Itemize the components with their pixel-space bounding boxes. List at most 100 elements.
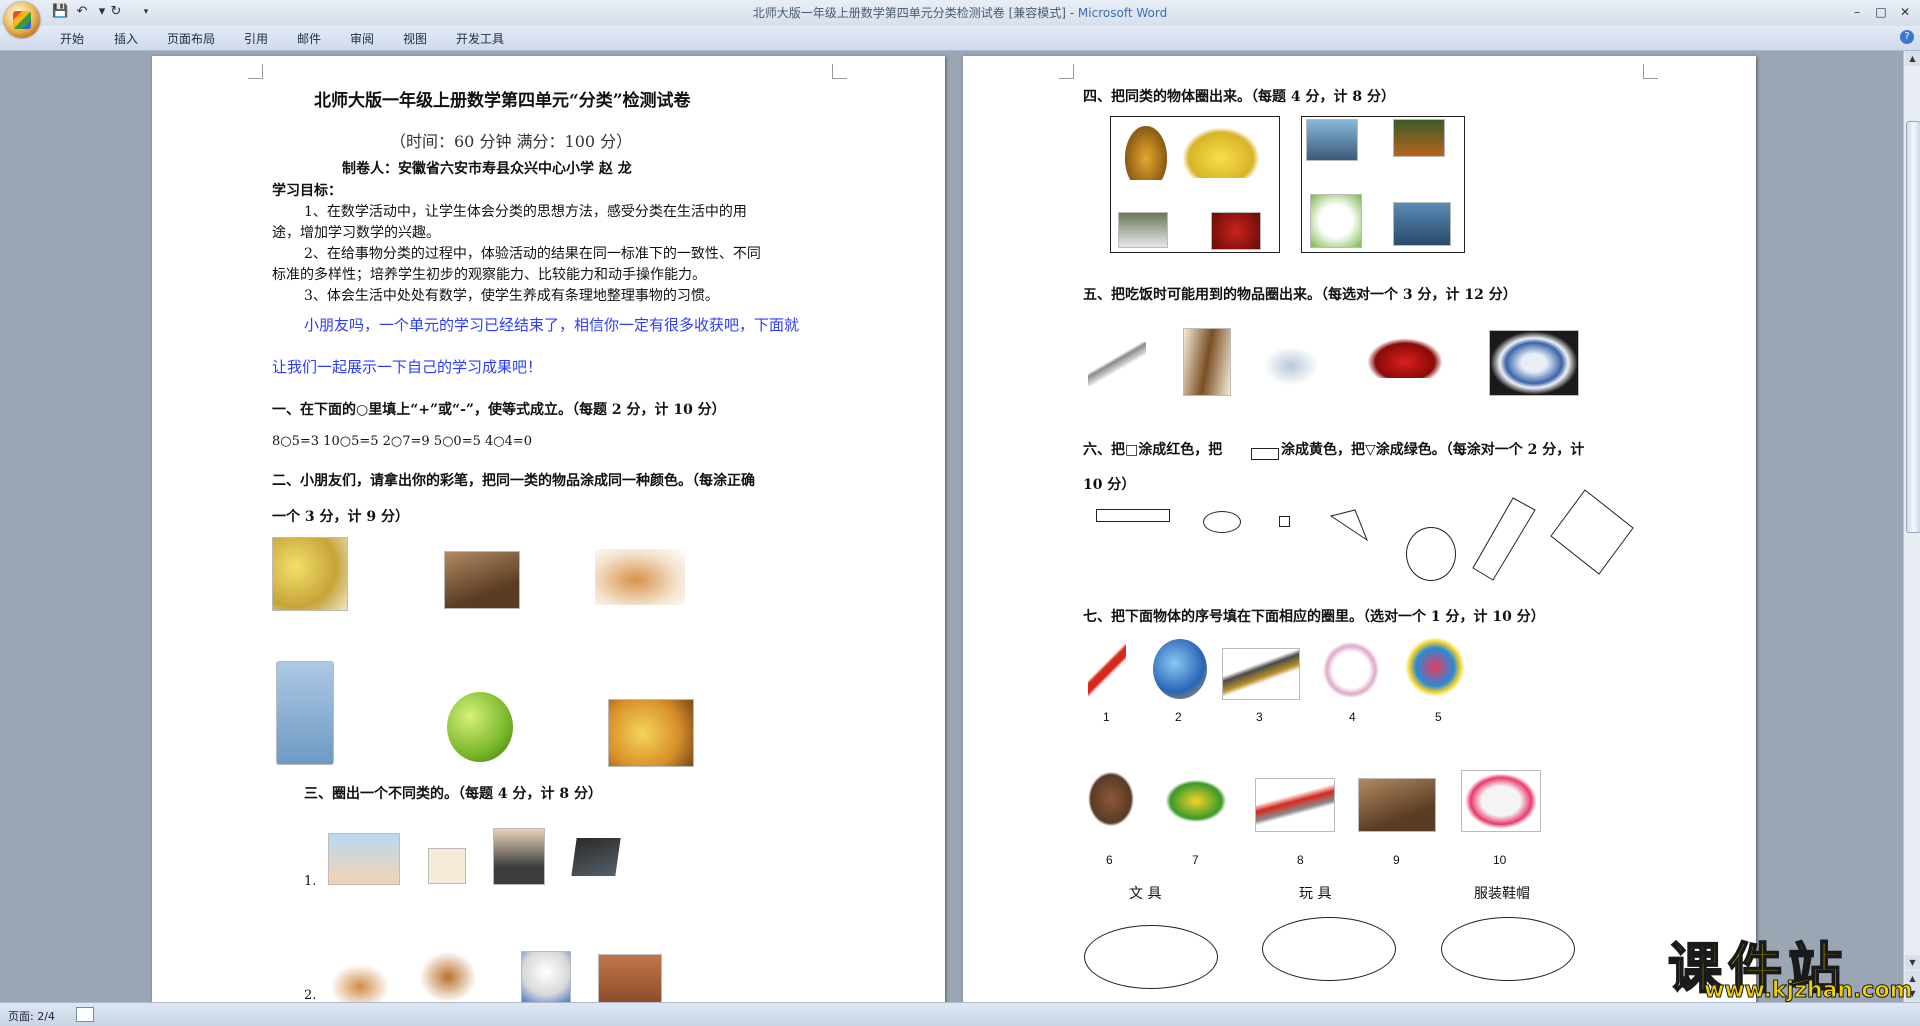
goal-2-line-1: 2、在给事物分类的过程中，体验活动的结果在同一标准下的一致性、不同 bbox=[304, 246, 761, 262]
apple-image bbox=[447, 692, 513, 762]
close-button[interactable]: ✕ bbox=[1894, 3, 1916, 21]
question-7-title: 七、把下面物体的序号填在下面相应的圈里。（选对一个 1 分，计 10 分） bbox=[1083, 609, 1545, 625]
question-2-title-line-1: 二、小朋友们，请拿出你的彩笔，把同一类的物品涂成同一种颜色。（每涂正确 bbox=[272, 473, 755, 489]
scroll-down-icon[interactable]: ▼ bbox=[1905, 955, 1920, 970]
question-6-title-part-1: 六、把□涂成红色，把 bbox=[1083, 442, 1223, 458]
old-man-image bbox=[493, 828, 545, 885]
pear-image bbox=[272, 537, 348, 611]
minimize-button[interactable]: – bbox=[1846, 3, 1868, 21]
q7-number: 6 bbox=[1106, 853, 1113, 867]
tab-review[interactable]: 审阅 bbox=[350, 30, 374, 47]
q6-parallelogram bbox=[1472, 497, 1536, 581]
q6-triangle bbox=[1329, 509, 1369, 542]
brush-image bbox=[1222, 648, 1300, 700]
tab-view[interactable]: 视图 bbox=[403, 30, 427, 47]
office-button[interactable] bbox=[4, 2, 40, 38]
status-page-count[interactable]: 页面: 2/4 bbox=[8, 1008, 55, 1024]
q6-diamond bbox=[1550, 489, 1634, 575]
tab-references[interactable]: 引用 bbox=[244, 30, 268, 47]
goal-1-line-2: 途，增加学习数学的兴趣。 bbox=[272, 225, 440, 241]
pineapple-image bbox=[1125, 126, 1167, 180]
document-area: 北师大版一年级上册数学第四单元“分类”检测试卷 （时间：60 分钟 满分：100… bbox=[0, 51, 1903, 1002]
crop-mark bbox=[1059, 64, 1074, 79]
question-5-title: 五、把吃饭时可能用到的物品圈出来。（每选对一个 3 分，计 12 分） bbox=[1083, 287, 1517, 303]
question-3-number-1: 1. bbox=[304, 874, 317, 889]
proofing-icon[interactable] bbox=[76, 1007, 94, 1022]
question-6-title-part-2: 涂成黄色，把▽涂成绿色。（每涂对一个 2 分，计 bbox=[1281, 442, 1585, 458]
goal-1-line-1: 1、在数学活动中，让学生体会分类的思想方法，感受分类在生活中的用 bbox=[304, 204, 747, 220]
tab-mailings[interactable]: 邮件 bbox=[297, 30, 321, 47]
answer-circle-toys bbox=[1262, 917, 1396, 981]
cap-image bbox=[1461, 770, 1541, 832]
toy-car-image bbox=[1367, 338, 1443, 378]
crane-bird-image bbox=[1393, 202, 1451, 246]
laptop-image bbox=[571, 838, 621, 876]
crop-mark bbox=[248, 64, 263, 79]
answer-circle-clothing bbox=[1441, 917, 1575, 981]
help-icon[interactable]: ? bbox=[1900, 30, 1914, 44]
question-4-title: 四、把同类的物体圈出来。（每题 4 分，计 8 分） bbox=[1083, 89, 1395, 105]
tab-insert[interactable]: 插入 bbox=[114, 30, 138, 47]
question-3-title: 三、圈出一个不同类的。（每题 4 分，计 8 分） bbox=[304, 786, 602, 802]
tab-home[interactable]: 开始 bbox=[60, 30, 84, 47]
question-1-title: 一、在下面的○里填上“+”或“-”，使等式成立。（每题 2 分，计 10 分） bbox=[272, 402, 726, 418]
site-watermark: 课件站 www.kjzhan.com bbox=[1664, 924, 1913, 1004]
pen-image bbox=[1088, 644, 1126, 696]
vertical-scrollbar[interactable]: ▲ ▼ ▲ ▼ bbox=[1903, 51, 1920, 1002]
eagle-image bbox=[1306, 119, 1358, 161]
document-title: 北师大版一年级上册数学第四单元分类检测试卷 [兼容模式] - bbox=[752, 6, 1078, 20]
scroll-up-icon[interactable]: ▲ bbox=[1905, 51, 1920, 66]
goal-3: 3、体会生活中处处有数学，使学生养成有条理地整理事物的习惯。 bbox=[304, 288, 719, 304]
rectangle-shape-icon bbox=[1251, 448, 1279, 460]
window-title: 北师大版一年级上册数学第四单元分类检测试卷 [兼容模式] - Microsoft… bbox=[0, 4, 1920, 21]
bird-image bbox=[1393, 119, 1445, 157]
toy-turtle-image bbox=[1163, 778, 1229, 824]
category-toys: 玩 具 bbox=[1299, 886, 1332, 902]
category-stationery: 文 具 bbox=[1129, 886, 1162, 902]
answer-circle-stationery bbox=[1084, 925, 1218, 989]
table-image bbox=[598, 954, 662, 1002]
q6-rectangle bbox=[1096, 509, 1170, 522]
app-name: Microsoft Word bbox=[1077, 6, 1168, 20]
page-right[interactable]: 四、把同类的物体圈出来。（每题 4 分，计 8 分） 五、把吃饭时可能用到的物品… bbox=[963, 56, 1756, 1002]
exam-subtitle: （时间：60 分钟 满分：100 分） bbox=[390, 132, 633, 151]
plush-toy-image bbox=[1322, 642, 1380, 698]
fork-spoon-image bbox=[1088, 342, 1146, 386]
plate-image bbox=[1489, 330, 1579, 396]
horse-image bbox=[1118, 212, 1168, 248]
goals-heading: 学习目标： bbox=[272, 183, 342, 199]
title-bar: 💾 ↶ ▾ ↻ ▾ 北师大版一年级上册数学第四单元分类检测试卷 [兼容模式] -… bbox=[0, 0, 1920, 38]
boot-image bbox=[444, 551, 520, 609]
q7-number: 10 bbox=[1493, 853, 1507, 867]
helicopter-image bbox=[1255, 778, 1335, 832]
page-left[interactable]: 北师大版一年级上册数学第四单元“分类”检测试卷 （时间：60 分钟 满分：100… bbox=[152, 56, 945, 1002]
status-bar: 页面: 2/4 bbox=[0, 1002, 1920, 1026]
q7-number: 9 bbox=[1393, 853, 1400, 867]
question-3-number-2: 2. bbox=[304, 988, 317, 1002]
baby-image bbox=[428, 848, 466, 884]
office-logo-icon bbox=[13, 11, 31, 29]
tricycle-image bbox=[1404, 638, 1466, 696]
q6-oval bbox=[1203, 511, 1241, 533]
scroll-thumb[interactable] bbox=[1906, 121, 1920, 533]
maximize-button[interactable]: □ bbox=[1870, 3, 1892, 21]
cherries-image bbox=[1211, 212, 1261, 250]
q7-number: 3 bbox=[1256, 710, 1263, 724]
question-6-title-part-3: 10 分） bbox=[1083, 477, 1136, 493]
exam-author: 制卷人：安徽省六安市寿县众兴中心小学 赵 龙 bbox=[342, 161, 632, 177]
intro-line-2: 让我们一起展示一下自己的学习成果吧！ bbox=[272, 358, 543, 376]
q7-number: 2 bbox=[1175, 710, 1182, 724]
nail-clipper-image bbox=[1263, 346, 1319, 386]
watermark-url: www.kjzhan.com bbox=[1704, 978, 1914, 1004]
banana-image bbox=[1183, 128, 1259, 178]
crop-mark bbox=[832, 64, 847, 79]
chopsticks-image bbox=[1183, 328, 1231, 396]
boot-small-image bbox=[1358, 778, 1436, 832]
tab-page-layout[interactable]: 页面布局 bbox=[167, 30, 215, 47]
cat-small-image bbox=[330, 964, 390, 1002]
rabbit-image bbox=[1310, 194, 1362, 248]
cat-image bbox=[594, 548, 686, 606]
tab-developer[interactable]: 开发工具 bbox=[456, 30, 504, 47]
crop-mark bbox=[1643, 64, 1658, 79]
globe-image bbox=[1153, 639, 1207, 699]
